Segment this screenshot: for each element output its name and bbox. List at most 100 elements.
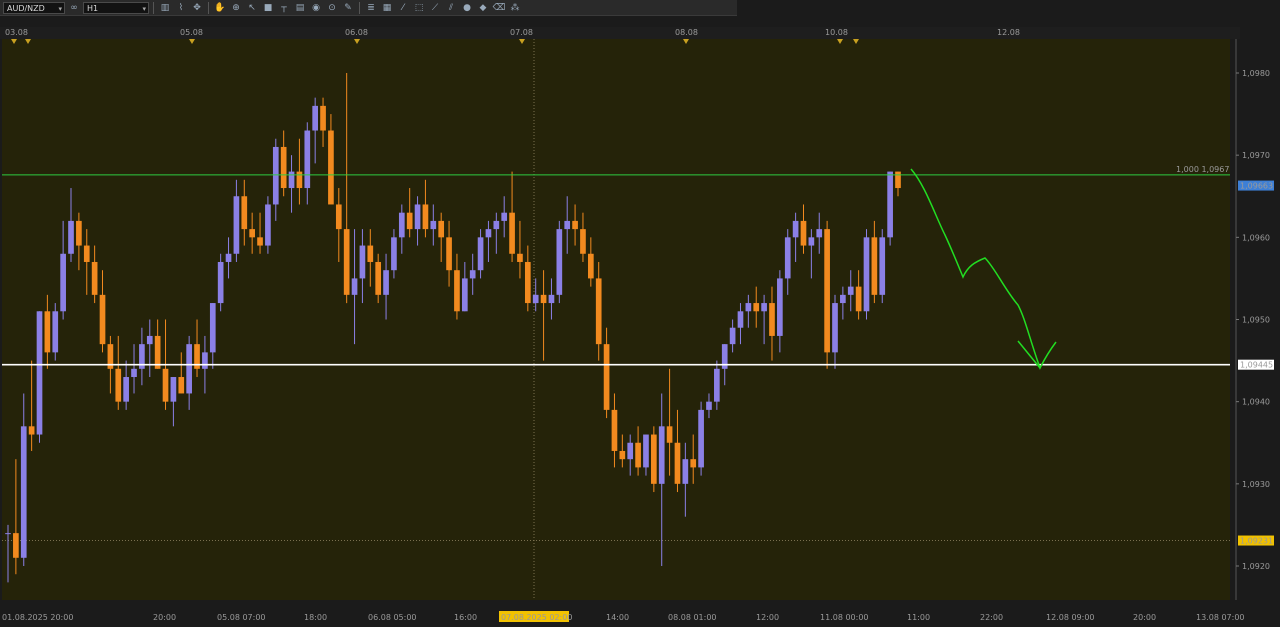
candle-body xyxy=(587,253,594,279)
candle-body xyxy=(99,294,106,345)
candle-body xyxy=(816,229,823,238)
candle-body xyxy=(5,533,11,535)
candle-body xyxy=(44,311,51,353)
candle-body xyxy=(800,220,807,246)
top-date-label: 06.08 xyxy=(345,28,368,37)
price-tick-label: 1,0970 xyxy=(1242,151,1270,160)
candle-body xyxy=(784,237,791,279)
candle-body xyxy=(540,294,547,304)
candle-body xyxy=(871,237,878,295)
candle-body xyxy=(438,220,445,238)
candle-body xyxy=(674,442,681,484)
price-tick-label: 1,0930 xyxy=(1242,480,1270,489)
candle-body xyxy=(461,278,468,312)
candle-body xyxy=(13,533,19,558)
time-tick-label: 22:00 xyxy=(980,613,1003,622)
candle-body xyxy=(328,130,334,205)
top-date-label: 05.08 xyxy=(180,28,203,37)
candle-body xyxy=(769,303,775,336)
time-tick-label: 20:00 xyxy=(1133,613,1156,622)
candle-body xyxy=(501,212,508,221)
time-tick-label: 11:00 xyxy=(907,613,930,622)
candle-body xyxy=(887,171,893,238)
candle-body xyxy=(706,401,712,410)
candle-body xyxy=(485,229,492,238)
candle-body xyxy=(690,459,697,468)
candle-body xyxy=(36,311,43,435)
candle-body xyxy=(272,146,279,205)
candle-body xyxy=(847,286,854,295)
candle-body xyxy=(52,311,59,353)
candle-body xyxy=(627,442,634,460)
candle-body xyxy=(225,253,232,262)
candle-body xyxy=(745,303,752,312)
support-price-label: 1,09445 xyxy=(1240,361,1273,370)
top-date-label: 12.08 xyxy=(997,28,1020,37)
time-tick-label: 06.08 05:00 xyxy=(368,613,417,622)
candle-body xyxy=(422,204,429,230)
candle-body xyxy=(391,237,397,271)
price-tick-label: 1,0950 xyxy=(1242,316,1270,325)
time-tick-label: 01.08.2025 20:00 xyxy=(2,613,73,622)
candle-body xyxy=(406,212,413,230)
candle-body xyxy=(359,245,366,279)
time-tick-label: 18:00 xyxy=(304,613,327,622)
price-tick-label: 1,0920 xyxy=(1242,562,1270,571)
candle-body xyxy=(91,261,98,295)
candle-body xyxy=(469,270,476,279)
candle-body xyxy=(619,450,626,460)
candle-body xyxy=(280,146,287,189)
candle-body xyxy=(548,294,555,304)
candle-body xyxy=(351,278,358,295)
candle-body xyxy=(532,294,539,304)
plot-area[interactable] xyxy=(2,39,1230,600)
candle-body xyxy=(832,303,838,353)
candle-body xyxy=(446,237,452,271)
candle-body xyxy=(217,261,224,304)
candle-body xyxy=(761,303,767,312)
last-price-label: 1,09663 xyxy=(1240,182,1273,191)
candle-body xyxy=(556,229,563,295)
time-tick-label: 20:00 xyxy=(153,613,176,622)
candle-body xyxy=(146,335,153,345)
time-tick-label: 14:00 xyxy=(606,613,629,622)
candle-body xyxy=(367,245,374,262)
candle-body xyxy=(651,434,657,484)
candle-body xyxy=(383,270,389,295)
candle-body xyxy=(824,229,830,353)
candle-body xyxy=(430,220,437,230)
price-tick-label: 1,0980 xyxy=(1242,69,1270,78)
top-date-label: 07.08 xyxy=(510,28,533,37)
candle-body xyxy=(414,204,421,230)
price-axis[interactable]: 1,0980 1,0970 1,0960 1,0950 1,0940 1,0930 1,09… xyxy=(1230,39,1280,600)
candle-body xyxy=(863,237,870,312)
candle-body xyxy=(343,229,350,295)
top-date-label: 03.08 xyxy=(5,28,28,37)
candle-body xyxy=(335,204,342,230)
candle-body xyxy=(28,426,35,435)
candle-body xyxy=(737,311,744,328)
time-axis[interactable]: 01.08.2025 20:00 20:00 05.08 07:00 18:00 06.… xyxy=(0,600,1280,627)
candle-body xyxy=(178,377,185,394)
candle-body xyxy=(233,196,240,254)
candle-body xyxy=(595,278,602,345)
candle-body xyxy=(20,426,27,558)
time-tick-label: 13.08 07:00 xyxy=(1196,613,1245,622)
candle-body xyxy=(682,459,689,484)
candle-body xyxy=(154,335,161,369)
time-tick-label: 12.08 09:00 xyxy=(1046,613,1095,622)
candle-body xyxy=(564,220,571,230)
candle-body xyxy=(895,171,901,189)
candle-body xyxy=(186,344,192,394)
candle-body xyxy=(257,237,263,246)
candle-body xyxy=(753,303,760,312)
price-chart[interactable]: 03.08 05.08 06.08 07.08 08.08 10.08 12.08 1,00… xyxy=(0,0,1280,627)
candle-body xyxy=(76,220,82,246)
candle-body xyxy=(398,212,405,238)
time-tick-label: 11.08 00:00 xyxy=(820,613,869,622)
candle-body xyxy=(509,212,515,254)
candle-body xyxy=(792,220,799,238)
candle-body xyxy=(68,220,74,254)
time-tick-label: 08.08 01:00 xyxy=(668,613,717,622)
candle-body xyxy=(115,368,122,402)
